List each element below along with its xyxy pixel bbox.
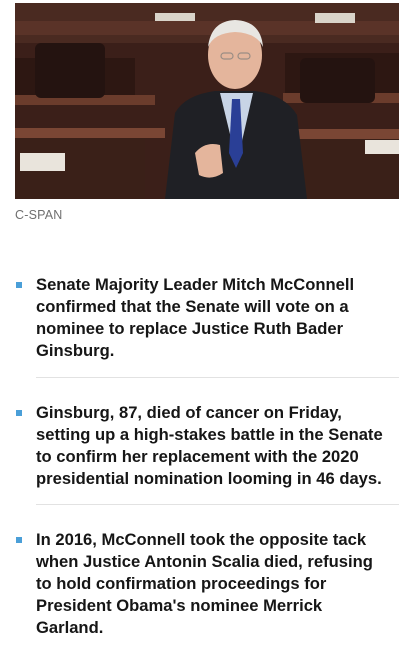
key-point-text: Ginsburg, 87, died of cancer on Friday, …	[36, 403, 383, 488]
key-point: In 2016, McConnell took the opposite tac…	[15, 529, 399, 639]
divider	[36, 504, 399, 505]
key-point-text: In 2016, McConnell took the opposite tac…	[36, 530, 373, 637]
divider	[36, 377, 399, 378]
bullet-marker-icon	[16, 282, 22, 288]
article-photo	[15, 3, 399, 199]
key-point-text: Senate Majority Leader Mitch McConnell c…	[36, 275, 355, 360]
photo-credit: C-SPAN	[15, 208, 63, 222]
key-point: Senate Majority Leader Mitch McConnell c…	[15, 274, 399, 377]
bullet-marker-icon	[16, 537, 22, 543]
key-point: Ginsburg, 87, died of cancer on Friday, …	[15, 402, 399, 490]
senate-floor-photo	[15, 3, 399, 199]
bullet-marker-icon	[16, 410, 22, 416]
key-points-list: Senate Majority Leader Mitch McConnell c…	[15, 274, 399, 639]
